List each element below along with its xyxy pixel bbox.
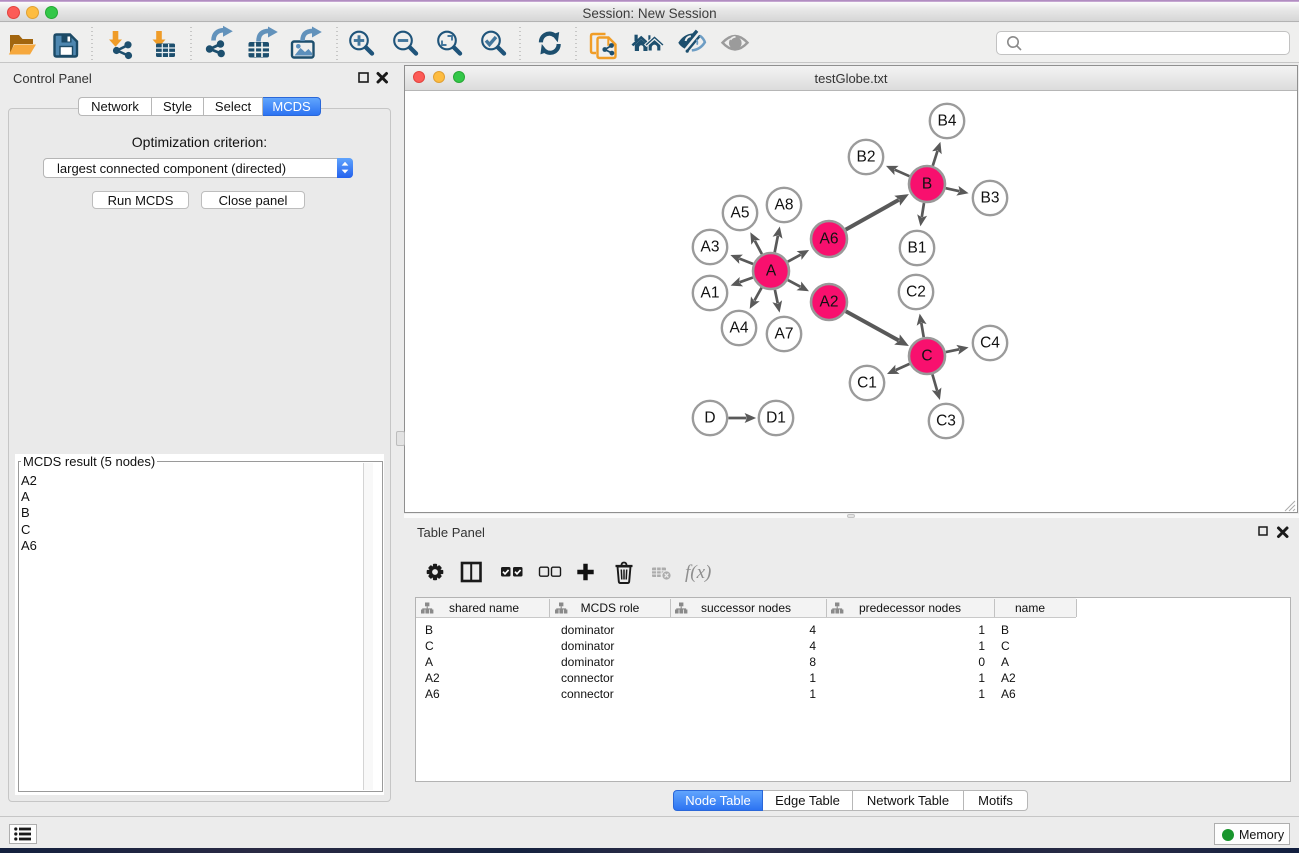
svg-text:1: 1	[978, 639, 985, 653]
svg-text:shared name: shared name	[449, 601, 519, 615]
svg-text:predecessor nodes: predecessor nodes	[859, 601, 961, 615]
svg-text:C1: C1	[857, 375, 877, 392]
svg-text:B3: B3	[981, 190, 1000, 207]
svg-text:4: 4	[809, 623, 816, 637]
svg-text:B1: B1	[908, 240, 927, 257]
svg-text:B: B	[1001, 623, 1009, 637]
svg-text:B2: B2	[857, 149, 876, 166]
svg-text:A8: A8	[775, 197, 794, 214]
svg-text:f(x): f(x)	[685, 562, 711, 583]
svg-text:0: 0	[978, 655, 985, 669]
svg-text:A5: A5	[731, 205, 750, 222]
svg-text:A2: A2	[1001, 671, 1016, 685]
svg-text:A: A	[1001, 655, 1009, 669]
svg-text:C2: C2	[906, 284, 926, 301]
svg-text:C3: C3	[936, 413, 956, 430]
svg-text:A2: A2	[820, 294, 839, 311]
svg-text:A4: A4	[730, 320, 749, 337]
svg-text:B: B	[425, 623, 433, 637]
svg-text:MCDS role: MCDS role	[581, 601, 640, 615]
svg-text:C: C	[425, 639, 434, 653]
svg-text:A2: A2	[425, 671, 440, 685]
svg-text:B: B	[922, 176, 932, 193]
svg-text:successor nodes: successor nodes	[701, 601, 791, 615]
svg-text:1: 1	[978, 687, 985, 701]
svg-text:D: D	[704, 410, 715, 427]
svg-text:A6: A6	[820, 231, 839, 248]
svg-text:A3: A3	[701, 239, 720, 256]
svg-text:A6: A6	[425, 687, 440, 701]
svg-text:A6: A6	[1001, 687, 1016, 701]
svg-text:C: C	[1001, 639, 1010, 653]
svg-text:name: name	[1015, 601, 1045, 615]
svg-text:D1: D1	[766, 410, 786, 427]
svg-text:4: 4	[809, 639, 816, 653]
svg-text:dominator: dominator	[561, 639, 614, 653]
svg-text:A: A	[766, 263, 777, 280]
svg-text:1: 1	[809, 671, 816, 685]
svg-text:A7: A7	[775, 326, 794, 343]
svg-text:A: A	[425, 655, 433, 669]
svg-text:1: 1	[978, 623, 985, 637]
svg-text:8: 8	[809, 655, 816, 669]
svg-text:dominator: dominator	[561, 623, 614, 637]
svg-text:C4: C4	[980, 335, 1000, 352]
svg-text:1: 1	[809, 687, 816, 701]
svg-text:dominator: dominator	[561, 655, 614, 669]
svg-text:1: 1	[978, 671, 985, 685]
svg-text:connector: connector	[561, 687, 614, 701]
svg-text:A1: A1	[701, 285, 720, 302]
svg-text:C: C	[921, 348, 932, 365]
svg-text:B4: B4	[938, 113, 957, 130]
svg-text:connector: connector	[561, 671, 614, 685]
